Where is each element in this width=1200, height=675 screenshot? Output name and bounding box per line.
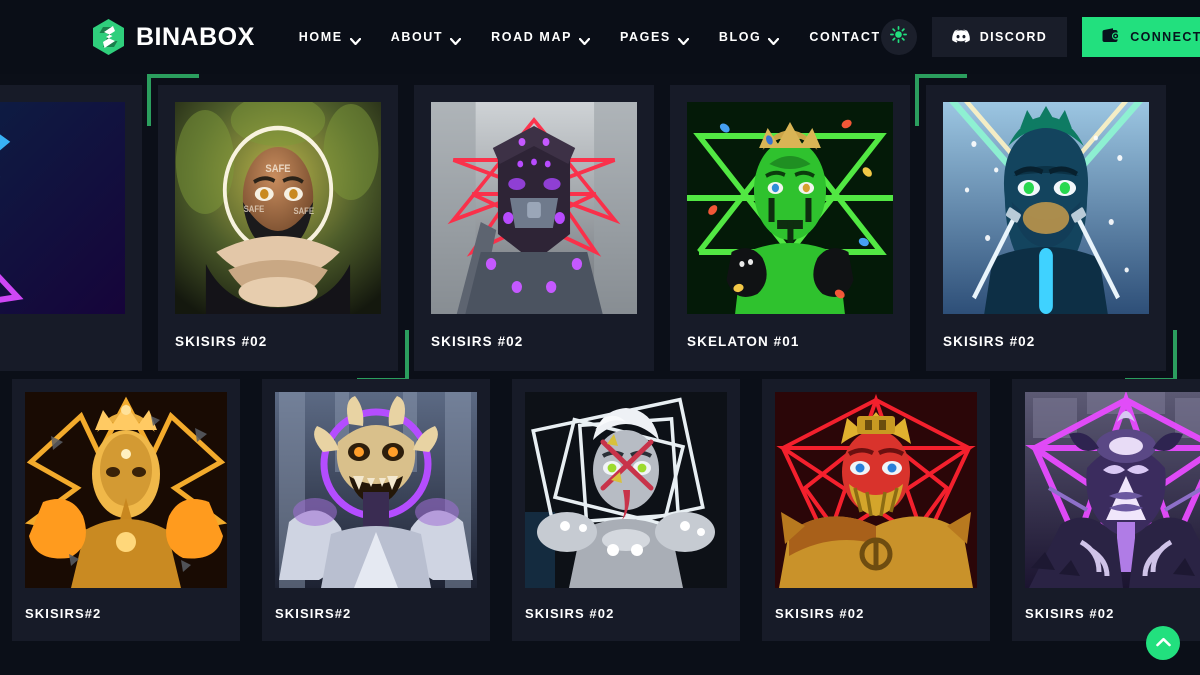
nft-artwork xyxy=(775,392,977,588)
main-nav: HOME ABOUT ROAD MAP PAGES BLOG CONTACT xyxy=(298,30,881,45)
nft-card[interactable]: SKISIRS #02 xyxy=(762,379,990,641)
chevron-down-icon xyxy=(677,34,689,45)
nav-item-pages[interactable]: PAGES xyxy=(620,30,689,45)
brand-name: BINABOX xyxy=(136,22,255,51)
nft-card[interactable]: SKISIRS #02 xyxy=(915,74,1177,382)
nav-item-blog[interactable]: BLOG xyxy=(718,30,780,45)
nft-card-title xyxy=(0,314,125,356)
connect-wallet-button[interactable]: CONNECT xyxy=(1082,17,1200,57)
nft-card[interactable]: SKISIRS#2 xyxy=(12,379,240,641)
nft-artwork xyxy=(1025,392,1200,588)
nft-artwork: SAFE SAFE SAFE xyxy=(175,102,381,314)
nft-artwork xyxy=(525,392,727,588)
nft-card-title: SKISIRS #02 xyxy=(175,334,268,349)
nft-artwork xyxy=(687,102,893,314)
nft-artwork xyxy=(0,102,125,314)
chevron-down-icon xyxy=(768,34,780,45)
chevron-down-icon xyxy=(450,34,462,45)
nft-card-title: SKISIRS #02 xyxy=(525,606,615,621)
nft-card[interactable]: SKELATON #01 xyxy=(670,85,910,371)
nav-label: CONTACT xyxy=(809,30,881,44)
nft-row-top: SAFE SAFE SAFE SKISIRS #02 SKISIRS #02 S… xyxy=(0,74,1177,382)
nft-card[interactable] xyxy=(0,85,142,371)
svg-text:SAFE: SAFE xyxy=(265,163,290,175)
wallet-icon xyxy=(1102,28,1120,46)
nav-label: ABOUT xyxy=(390,30,444,44)
discord-button-label: DISCORD xyxy=(979,30,1048,44)
nft-card-title: SKISIRS #02 xyxy=(943,334,1036,349)
chevron-down-icon xyxy=(349,34,361,45)
nav-item-contact[interactable]: CONTACT xyxy=(809,30,880,44)
theme-toggle-button[interactable] xyxy=(880,19,917,55)
nft-row-bottom: SKISIRS#2 SKISIRS#2 SKISIRS #02 SKISIRS … xyxy=(12,379,1200,641)
nav-label: BLOG xyxy=(718,30,762,44)
site-header: BINABOX HOME ABOUT ROAD MAP PAGES BLOG C… xyxy=(0,0,1200,74)
nft-artwork xyxy=(431,102,637,314)
nft-artwork xyxy=(25,392,227,588)
nft-gallery: SAFE SAFE SAFE SKISIRS #02 SKISIRS #02 S… xyxy=(0,74,1200,675)
nav-item-road-map[interactable]: ROAD MAP xyxy=(491,30,591,45)
scroll-to-top-button[interactable] xyxy=(1146,626,1180,660)
binabox-hex-logo-icon xyxy=(92,19,125,55)
chevron-down-icon xyxy=(578,34,591,45)
nft-artwork xyxy=(943,102,1149,314)
nft-card[interactable]: SKISIRS #02 xyxy=(414,85,654,371)
nft-card[interactable]: SKISIRS #02 xyxy=(512,379,740,641)
nav-label: PAGES xyxy=(620,30,671,44)
nav-label: ROAD MAP xyxy=(491,30,573,44)
chevron-up-icon xyxy=(1155,634,1171,652)
nft-card[interactable]: SKISIRS #02 xyxy=(1012,379,1200,641)
nav-item-about[interactable]: ABOUT xyxy=(390,30,462,45)
discord-button[interactable]: DISCORD xyxy=(931,17,1068,57)
nft-card-title: SKISIRS #02 xyxy=(431,334,524,349)
sun-icon xyxy=(890,26,908,48)
nft-card-title: SKISIRS #02 xyxy=(775,606,865,621)
nft-card[interactable]: SAFE SAFE SAFE SKISIRS #02 xyxy=(147,74,409,382)
header-actions: DISCORD CONNECT xyxy=(880,17,1200,57)
nft-card-title: SKISIRS#2 xyxy=(275,606,352,621)
brand-logo[interactable]: BINABOX xyxy=(92,19,255,55)
nft-card-title: SKELATON #01 xyxy=(687,334,800,349)
nav-label: HOME xyxy=(298,30,343,44)
nft-artwork xyxy=(275,392,477,588)
svg-text:SAFE: SAFE xyxy=(244,203,265,214)
nft-card[interactable]: SKISIRS#2 xyxy=(262,379,490,641)
nft-card-title: SKISIRS#2 xyxy=(25,606,102,621)
discord-icon xyxy=(951,29,970,46)
nav-item-home[interactable]: HOME xyxy=(298,30,361,45)
svg-text:SAFE: SAFE xyxy=(293,205,314,216)
connect-button-label: CONNECT xyxy=(1130,30,1200,44)
